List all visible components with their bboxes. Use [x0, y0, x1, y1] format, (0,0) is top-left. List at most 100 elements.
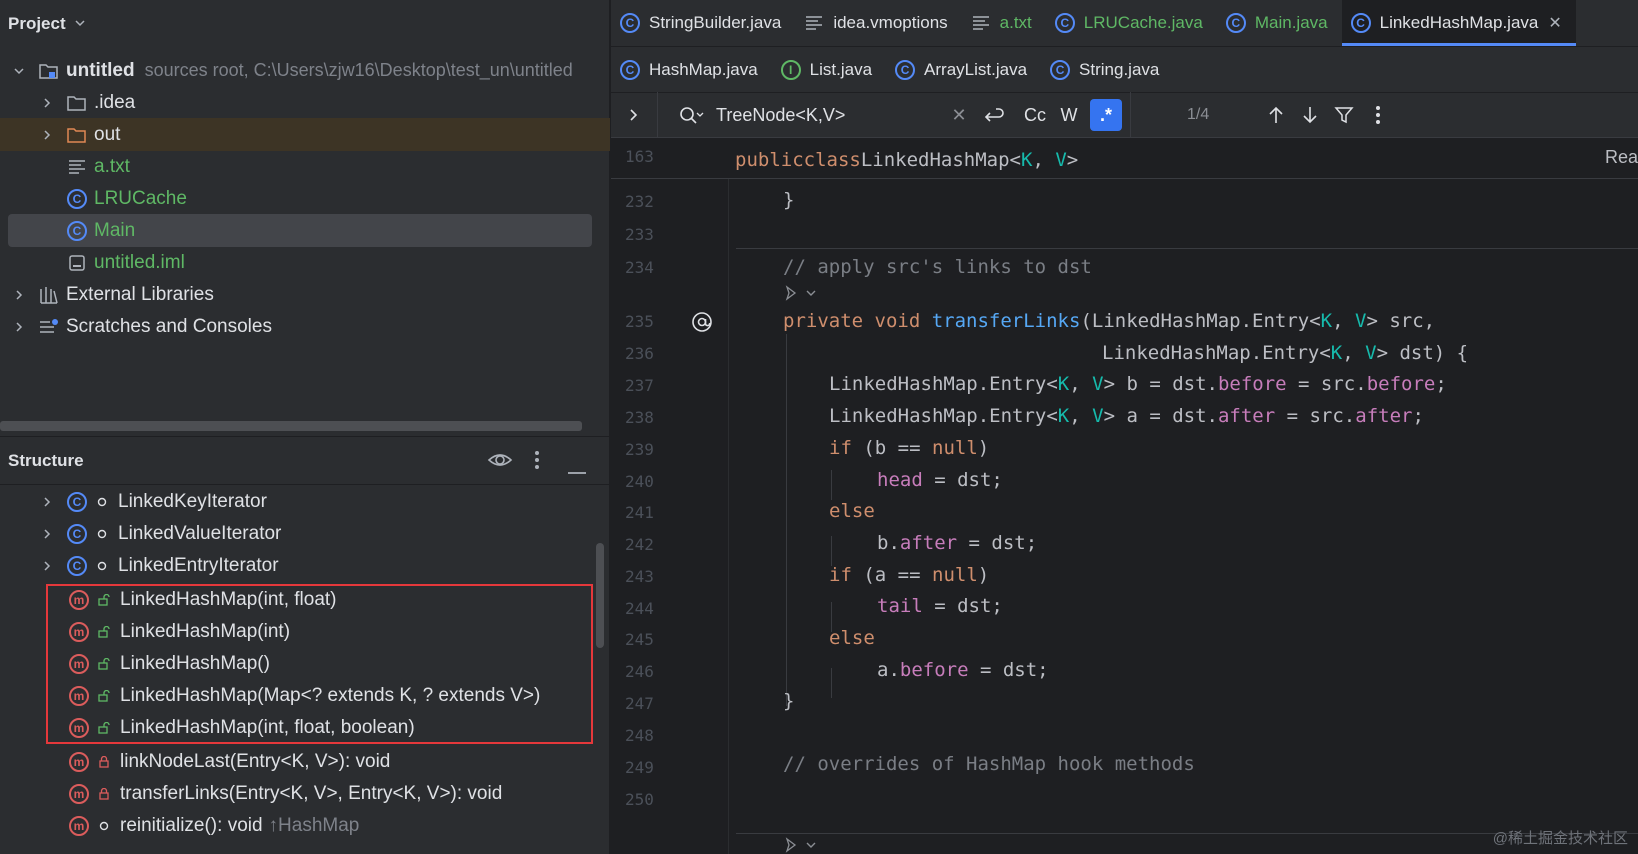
- arrow-up-icon[interactable]: [1259, 98, 1293, 132]
- structure-item-constructor[interactable]: m LinkedHashMap(int): [0, 615, 610, 648]
- search-input[interactable]: TreeNode<K,V>: [716, 105, 942, 126]
- chevron-right-icon[interactable]: [617, 98, 651, 132]
- sticky-code-line[interactable]: public class LinkedHashMap< K, V >: [735, 143, 1078, 176]
- match-case-toggle[interactable]: Cc: [1018, 98, 1052, 132]
- tab-idea-vmoptions[interactable]: idea.vmoptions: [795, 0, 961, 46]
- tab-lrucache[interactable]: C LRUCache.java: [1046, 0, 1217, 46]
- code-line-240[interactable]: head = dst;: [877, 463, 1003, 496]
- tab-label: Main.java: [1254, 13, 1328, 32]
- tab-string[interactable]: C String.java: [1041, 47, 1173, 93]
- code-line-244[interactable]: tail = dst;: [877, 589, 1003, 622]
- code-line-237[interactable]: LinkedHashMap.Entry< K, V > b = dst. before…: [829, 367, 1447, 400]
- clear-icon[interactable]: ✕: [942, 98, 976, 132]
- project-horizontal-scrollbar[interactable]: [0, 421, 582, 431]
- structure-item-constructor[interactable]: m LinkedHashMap(): [0, 647, 610, 680]
- code-line-245[interactable]: else: [829, 621, 875, 654]
- tree-item-external-libraries[interactable]: External Libraries: [0, 278, 610, 311]
- tree-item-untitled-iml[interactable]: untitled.iml: [0, 246, 610, 279]
- tree-item-label: External Libraries: [66, 283, 214, 305]
- code-text: ,: [1069, 372, 1093, 395]
- chevron-right-icon[interactable]: [40, 495, 54, 509]
- structure-item-method[interactable]: m reinitialize(): void ↑HashMap: [0, 809, 610, 842]
- tree-item-main[interactable]: C Main: [8, 214, 592, 247]
- filter-icon[interactable]: [1327, 98, 1361, 132]
- type-param: K: [1057, 372, 1070, 395]
- code-line-242[interactable]: b. after = dst;: [877, 526, 1037, 559]
- text-file-icon: [66, 156, 88, 178]
- tab-stringbuilder[interactable]: C StringBuilder.java: [611, 0, 795, 46]
- close-icon[interactable]: ✕: [1548, 13, 1561, 33]
- structure-item-method[interactable]: m transferLinks(Entry<K, V>, Entry<K, V>…: [0, 777, 610, 810]
- tree-item-lrucache[interactable]: C LRUCache: [0, 182, 610, 215]
- more-options-icon[interactable]: [1361, 98, 1395, 132]
- unlock-icon: [96, 624, 112, 640]
- tree-item-label: a.txt: [94, 155, 130, 177]
- eye-icon[interactable]: [487, 448, 513, 478]
- tree-item-a-txt[interactable]: a.txt: [0, 150, 610, 183]
- code-line-238[interactable]: LinkedHashMap.Entry< K, V > a = dst. after …: [829, 399, 1424, 432]
- structure-item[interactable]: C LinkedEntryIterator: [0, 549, 610, 582]
- new-line-icon[interactable]: [976, 98, 1010, 132]
- field: after: [899, 531, 958, 554]
- tab-linkedhashmap[interactable]: C LinkedHashMap.java ✕: [1341, 0, 1576, 46]
- tab-hashmap[interactable]: C HashMap.java: [611, 47, 772, 93]
- tree-item-scratches[interactable]: Scratches and Consoles: [0, 310, 610, 343]
- chevron-right-icon[interactable]: [40, 527, 54, 541]
- chevron-down-icon[interactable]: [12, 64, 26, 78]
- tree-item-label: untitled.iml: [94, 251, 185, 273]
- regex-toggle[interactable]: .*: [1090, 99, 1122, 131]
- structure-item-constructor[interactable]: m LinkedHashMap(int, float, boolean): [0, 711, 610, 744]
- code-line-235[interactable]: private void transferLinks (LinkedHashMap…: [783, 304, 1435, 337]
- code-line-236[interactable]: LinkedHashMap.Entry< K, V > dst) {: [1102, 336, 1468, 369]
- code-line-249[interactable]: // overrides of HashMap hook methods: [783, 747, 1195, 780]
- chevron-right-icon[interactable]: [12, 288, 26, 302]
- tree-item-idea[interactable]: .idea: [0, 86, 610, 119]
- match-count: 1/4: [1187, 106, 1210, 123]
- project-header[interactable]: Project: [0, 0, 610, 48]
- code-line-239[interactable]: if (b == null): [829, 431, 989, 464]
- tab-list[interactable]: I List.java: [772, 47, 886, 93]
- minimize-icon[interactable]: [567, 459, 587, 481]
- structure-item-constructor[interactable]: m LinkedHashMap(Map<? extends K, ? exten…: [0, 679, 610, 712]
- line-number: 249: [625, 758, 654, 777]
- more-options-icon[interactable]: [533, 449, 541, 477]
- code-line-232[interactable]: }: [783, 183, 794, 216]
- type-param: K: [1330, 341, 1343, 364]
- code-line-241[interactable]: else: [829, 494, 875, 527]
- method-name: transferLinks: [931, 309, 1081, 332]
- at-sign-icon[interactable]: [691, 311, 713, 339]
- keyword: null: [932, 436, 978, 459]
- structure-item[interactable]: C LinkedValueIterator: [0, 517, 610, 550]
- operator: ==: [897, 563, 921, 586]
- tab-a-txt[interactable]: a.txt: [962, 0, 1046, 46]
- tab-main[interactable]: C Main.java: [1217, 0, 1342, 46]
- search-icon[interactable]: [674, 98, 708, 132]
- line-number: 236: [625, 344, 654, 363]
- unlock-icon: [96, 688, 112, 704]
- reader-mode-button[interactable]: Rea: [1605, 147, 1638, 168]
- chevron-right-icon[interactable]: [40, 559, 54, 573]
- arrow-down-icon[interactable]: [1293, 98, 1327, 132]
- structure-item-method[interactable]: m linkNodeLast(Entry<K, V>): void: [0, 745, 610, 778]
- code-line-246[interactable]: a. before = dst;: [877, 653, 1049, 686]
- scratches-icon: [38, 316, 60, 338]
- tree-item-out[interactable]: out: [0, 118, 610, 151]
- chevron-down-icon[interactable]: [74, 16, 86, 32]
- whole-words-toggle[interactable]: W: [1052, 98, 1086, 132]
- structure-vertical-scrollbar[interactable]: [596, 543, 604, 648]
- code-line-243[interactable]: if (a == null): [829, 558, 989, 591]
- code-text: ): [977, 563, 990, 586]
- structure-item[interactable]: C LinkedKeyIterator: [0, 485, 610, 518]
- keyword: if: [829, 436, 852, 459]
- code-line-234[interactable]: // apply src's links to dst: [783, 250, 1092, 283]
- tab-arraylist[interactable]: C ArrayList.java: [886, 47, 1041, 93]
- tree-root-untitled[interactable]: untitled sources root, C:\Users\zjw16\De…: [0, 54, 610, 87]
- chevron-right-icon[interactable]: [40, 128, 54, 142]
- code-line-247[interactable]: }: [783, 684, 794, 717]
- ai-assistant-icon[interactable]: [783, 836, 819, 854]
- chevron-right-icon[interactable]: [40, 96, 54, 110]
- structure-item-constructor[interactable]: m LinkedHashMap(int, float): [0, 583, 610, 616]
- chevron-right-icon[interactable]: [12, 320, 26, 334]
- field: before: [1217, 372, 1287, 395]
- module-folder-icon: [38, 60, 60, 82]
